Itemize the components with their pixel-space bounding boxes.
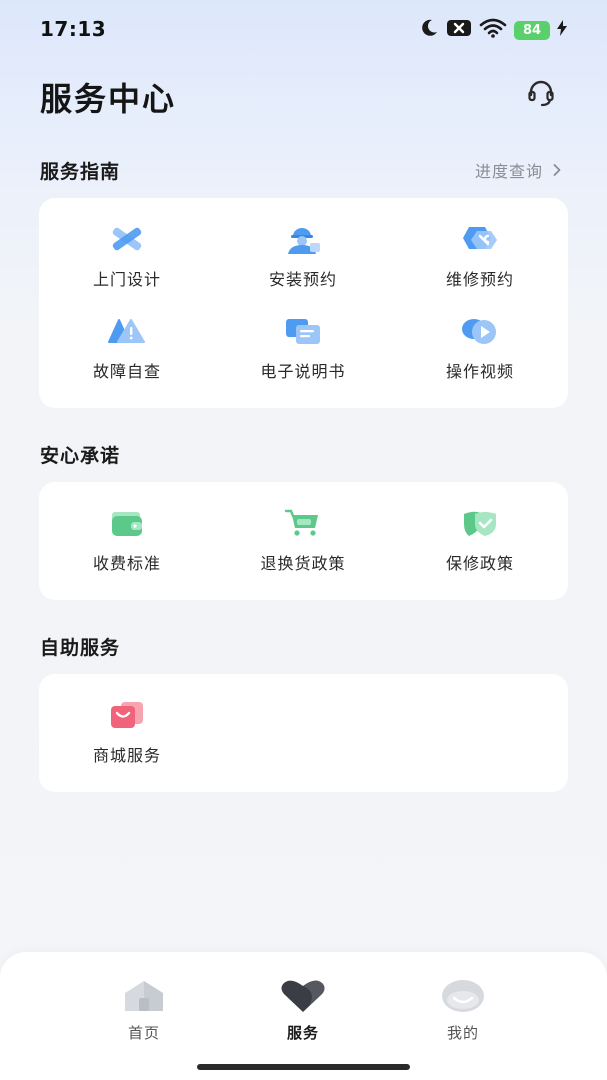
grid-item-warranty-policy[interactable]: 保修政策 [405,506,555,574]
grid-item-label: 退换货政策 [260,554,346,573]
charging-bolt-icon [557,20,567,40]
grid-item-e-manual[interactable]: 电子说明书 [228,314,378,382]
installer-icon [283,222,323,256]
section-title-assurance: 安心承诺 [40,445,121,467]
assurance-card: 收费标准 退换货政策 保修政策 [39,482,568,600]
grid-item-label: 收费标准 [92,554,161,573]
bottom-tab-bar: 首页 服务 我的 [0,952,607,1080]
shopping-bag-icon [107,698,147,732]
grid-item-label: 维修预约 [445,270,514,289]
grid-item-installation[interactable]: 安装预约 [228,222,378,290]
status-bar: 17:13 84 [0,0,607,58]
home-indicator [197,1064,410,1070]
grid-item-repair[interactable]: 维修预约 [405,222,555,290]
tab-label: 我的 [446,1024,479,1042]
service-guide-card: 上门设计 安装预约 维修预约 故障自查 电子说明书 操作视频 [39,198,568,408]
wifi-icon [479,18,507,42]
manual-book-icon [283,314,323,348]
wallet-icon [107,506,147,540]
notification-x-icon [446,18,472,42]
grid-item-home-design[interactable]: 上门设计 [52,222,202,290]
headset-icon [525,78,557,114]
section-title-self-service: 自助服务 [40,637,121,659]
progress-query-label: 进度查询 [474,162,543,181]
home-icon [119,976,169,1016]
video-play-icon [460,314,500,348]
heart-icon [278,976,328,1016]
status-time: 17:13 [40,17,107,41]
self-service-card: 商城服务 [39,674,568,792]
grid-item-self-check[interactable]: 故障自查 [52,314,202,382]
chevron-right-icon [553,161,561,180]
warning-triangle-icon [107,314,147,348]
status-icons: 84 [419,18,567,42]
pencil-ruler-icon [107,222,147,256]
page-title: 服务中心 [40,80,177,118]
customer-service-button[interactable] [522,78,560,114]
section-title-service-guide: 服务指南 [40,161,121,183]
shield-check-icon [460,506,500,540]
grid-item-fee-standard[interactable]: 收费标准 [52,506,202,574]
moon-icon [419,18,439,42]
battery-icon: 84 [514,20,550,40]
grid-item-video[interactable]: 操作视频 [405,314,555,382]
cart-icon [283,506,323,540]
progress-query-link[interactable]: 进度查询 [475,158,561,182]
grid-item-label: 电子说明书 [260,362,346,381]
grid-item-label: 商城服务 [92,746,161,765]
grid-item-label: 操作视频 [445,362,514,381]
grid-item-label: 上门设计 [92,270,161,289]
grid-item-label: 安装预约 [268,270,337,289]
tab-label: 首页 [127,1024,160,1042]
grid-item-label: 故障自查 [92,362,161,381]
grid-item-return-policy[interactable]: 退换货政策 [228,506,378,574]
tab-home[interactable]: 首页 [94,976,194,1043]
tab-service[interactable]: 服务 [253,976,353,1043]
grid-item-mall-service[interactable]: 商城服务 [52,698,202,766]
tab-label: 服务 [286,1024,319,1042]
profile-icon [438,976,488,1016]
wrench-gear-icon [460,222,500,256]
grid-item-label: 保修政策 [445,554,514,573]
tab-profile[interactable]: 我的 [413,976,513,1043]
